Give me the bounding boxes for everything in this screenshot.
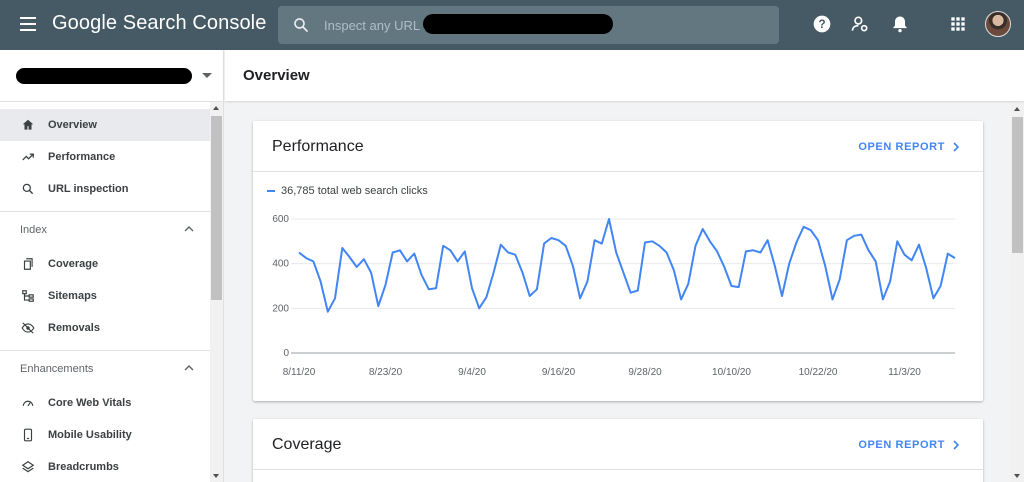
scroll-up-arrow-icon[interactable] [213,106,219,110]
open-report-label: OPEN REPORT [858,439,945,451]
chevron-down-icon [202,73,212,78]
chevron-up-icon [184,226,194,232]
x-tick-label: 10/22/20 [799,367,838,378]
sidebar-section-enhancements[interactable]: Enhancements [0,351,210,387]
redacted-property-url [423,14,613,34]
sidebar-item-performance[interactable]: Performance [0,141,210,173]
search-icon [294,18,308,32]
card-title: Coverage [272,436,342,453]
chart-legend[interactable]: 36,785 total web search clicks [267,185,428,197]
avatar[interactable] [985,11,1011,37]
legend-label: 36,785 total web search clicks [281,185,428,197]
layers-icon [20,459,36,475]
x-tick-label: 9/4/20 [458,367,486,378]
divider [253,171,983,172]
sidebar-item-label: URL inspection [48,183,129,195]
sidebar-item-label: Mobile Usability [48,429,132,441]
scroll-down-arrow-icon[interactable] [1014,474,1020,478]
sidebar-item-overview[interactable]: Overview [0,109,210,141]
x-tick-label: 9/28/20 [628,367,662,378]
apps-grid-icon[interactable] [948,14,968,34]
url-inspect-search[interactable] [278,6,779,44]
sidebar-item-removals[interactable]: Removals [0,312,210,344]
trending-up-icon [20,149,36,165]
y-tick-label: 200 [272,303,289,314]
sidebar-item-coverage[interactable]: Coverage [0,248,210,280]
coverage-card: Coverage OPEN REPORT [253,419,983,482]
sidebar: Overview Performance URL inspection Inde… [0,102,224,482]
svg-text:?: ? [818,18,825,31]
sidebar-item-label: Breadcrumbs [48,461,119,473]
open-report-button[interactable]: OPEN REPORT [858,439,959,451]
x-tick-label: 9/16/20 [542,367,576,378]
card-title: Performance [272,138,364,155]
scroll-up-arrow-icon[interactable] [1014,107,1020,111]
redacted-property-name [16,68,192,84]
section-title: Index [20,224,47,236]
menu-icon[interactable] [20,17,36,31]
property-selector[interactable] [0,50,224,102]
home-icon [20,117,36,133]
chevron-right-icon [953,440,959,450]
sidebar-item-label: Performance [48,151,116,163]
clicks-series-line[interactable] [298,218,956,313]
performance-card: Performance OPEN REPORT 36,785 total web… [253,121,983,401]
chevron-up-icon [184,365,194,371]
page-title: Overview [243,67,310,84]
performance-chart: 0 200 400 600 8/11/20 8/23/20 9/4/20 9/16/20 9/2… [272,214,956,378]
help-icon[interactable]: ? [812,14,832,34]
y-tick-label: 400 [272,259,289,270]
x-tick-label: 11/3/20 [888,367,921,378]
manage-account-icon[interactable] [850,14,870,34]
sidebar-item-core-web-vitals[interactable]: Core Web Vitals [0,387,210,419]
chevron-right-icon [953,142,959,152]
copy-icon [20,256,36,272]
sidebar-item-mobile-usability[interactable]: Mobile Usability [0,419,210,451]
main-scrollbar-thumb[interactable] [1012,117,1023,253]
sidebar-item-label: Coverage [48,258,99,270]
top-app-bar: Google Search Console ? [0,0,1024,50]
sidebar-item-label: Core Web Vitals [48,397,132,409]
y-tick-label: 600 [272,214,289,225]
x-tick-label: 8/11/20 [283,367,316,378]
app-title[interactable]: Google Search Console [52,12,266,35]
x-tick-label: 10/10/20 [712,367,751,378]
sidebar-section-index[interactable]: Index [0,212,210,248]
sidebar-item-breadcrumbs[interactable]: Breadcrumbs [0,451,210,482]
main-scrollbar[interactable] [1011,103,1024,482]
divider [253,469,983,470]
sidebar-scrollbar[interactable] [210,102,223,482]
sidebar-item-url-inspection[interactable]: URL inspection [0,173,210,205]
visibility-off-icon [20,320,36,336]
search-icon [20,181,36,197]
sidebar-item-label: Sitemaps [48,290,97,302]
y-tick-label: 0 [283,348,289,359]
x-tick-label: 8/23/20 [369,367,403,378]
smartphone-icon [20,427,36,443]
sitemap-icon [20,288,36,304]
open-report-button[interactable]: OPEN REPORT [858,141,959,153]
open-report-label: OPEN REPORT [858,141,945,153]
sidebar-item-label: Removals [48,322,100,334]
main-content: Performance OPEN REPORT 36,785 total web… [225,103,1024,482]
section-title: Enhancements [20,363,94,375]
scroll-down-arrow-icon[interactable] [213,474,219,478]
page-header: Overview [225,50,1024,102]
sidebar-item-sitemaps[interactable]: Sitemaps [0,280,210,312]
sidebar-scrollbar-thumb[interactable] [211,116,222,300]
legend-swatch [267,190,275,192]
speed-icon [20,395,36,411]
notifications-icon[interactable] [890,14,910,34]
sidebar-item-label: Overview [48,119,97,131]
